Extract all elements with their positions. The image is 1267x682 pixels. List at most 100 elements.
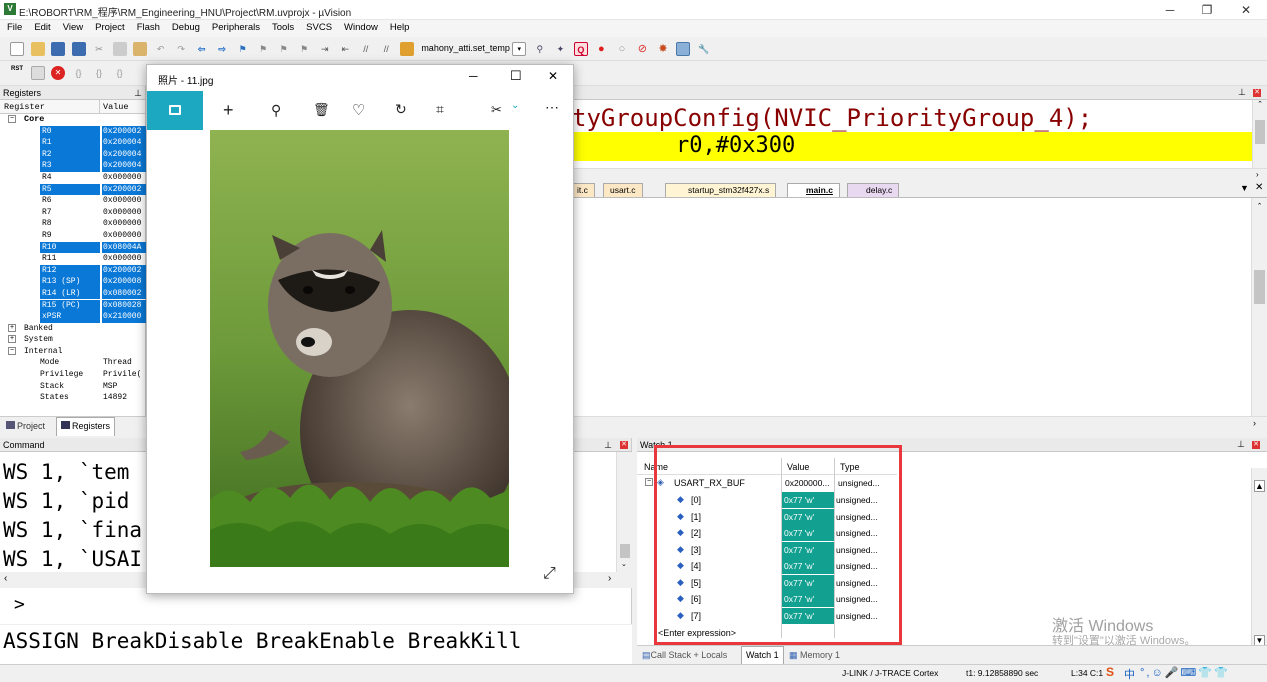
register-row[interactable]: R4 0x000000 [0,172,145,184]
register-value[interactable]: 0x200008 [102,276,146,288]
photos-minimize-button[interactable]: ─ [469,69,478,83]
tab-project[interactable]: Project [3,420,48,432]
window-layout-icon[interactable] [676,42,691,56]
tab-usart-c[interactable]: usart.c [603,183,643,197]
editor-hscroll[interactable]: › [573,416,1267,432]
menu-flash[interactable]: Flash [130,20,165,33]
save-all-icon[interactable] [71,42,86,56]
register-value[interactable]: 0x08004A [102,241,146,254]
photos-close-button[interactable]: ✕ [548,69,558,83]
tab-main-c[interactable]: main.c [787,183,840,197]
register-row[interactable]: R15 (PC) 0x080028 [0,299,146,312]
scroll-thumb[interactable] [1255,120,1265,144]
run-icon[interactable] [30,66,45,80]
disasm-scrollbar[interactable]: ⌃ [1252,100,1267,168]
close-icon[interactable]: ✕ [1252,441,1260,449]
register-value[interactable]: 0x000000 [102,218,146,230]
tab-watch-1[interactable]: Watch 1 [741,646,784,664]
register-value[interactable]: 0x080002 [102,287,146,300]
register-row[interactable]: R13 (SP) 0x200008 [0,276,146,288]
menu-view[interactable]: View [56,20,88,33]
register-row[interactable]: R6 0x000000 [0,195,145,207]
close-icon[interactable]: ✕ [620,441,628,449]
register-value[interactable]: 0x000000 [102,207,146,219]
register-row[interactable]: xPSR 0x210000 [0,311,146,323]
register-row[interactable]: R2 0x200004 [0,148,146,161]
chevron-down-icon[interactable]: ⌄ [511,100,519,111]
wizard-icon[interactable]: ✦ [553,42,567,56]
cut-icon[interactable]: ✂ [92,42,106,56]
undo-icon[interactable]: ↶ [154,42,168,56]
collapse-icon[interactable]: − [645,478,653,486]
scroll-down-icon[interactable]: ⌄ [621,560,627,568]
register-row[interactable]: R0 0x200002 [0,125,146,138]
menu-edit[interactable]: Edit [27,20,55,33]
core-group[interactable]: − Core [0,114,145,126]
register-value[interactable]: 0x210000 [102,311,146,323]
register-value[interactable]: 0x200004 [102,148,146,161]
bookmark-next-icon[interactable]: ⚑ [277,42,291,56]
tab-delay-c[interactable]: delay.c [847,183,900,197]
zoom-icon[interactable]: ⚲ [271,102,281,119]
more-icon[interactable]: ⋯ [545,99,559,116]
find-icon[interactable]: ⚲ [533,42,547,56]
menu-project[interactable]: Project [88,20,130,33]
menu-help[interactable]: Help [383,20,415,33]
step-out-icon[interactable]: {} [113,66,127,80]
collapse-icon[interactable]: − [8,346,16,355]
tab-startup-s[interactable]: startup_stm32f427x.s [665,183,777,197]
register-row[interactable]: R9 0x000000 [0,230,145,242]
close-editor-icon[interactable]: ✕ [1255,182,1263,193]
watch-vscroll[interactable]: ▲ ▼ [1251,468,1267,646]
collapse-icon[interactable]: − [8,115,16,123]
bookmark-icon[interactable]: ⚑ [236,42,250,56]
register-row[interactable]: R12 0x200002 [0,264,146,277]
register-value[interactable]: 0x200002 [102,264,146,277]
register-group[interactable]: − Internal [0,346,145,358]
command-vscroll[interactable]: ⌄ [616,452,632,572]
breakpoint-disable-icon[interactable]: ○ [615,42,629,56]
register-row[interactable]: R3 0x200004 [0,160,146,172]
column-value[interactable]: Value [103,102,129,112]
register-row[interactable]: R10 0x08004A [0,241,146,254]
ime-tools[interactable]: °,☺🎤⌨👕👕 [1140,666,1230,679]
breakpoint-kill-icon[interactable]: ⊘ [635,42,649,56]
reset-icon[interactable]: RST [10,66,24,80]
scroll-up-icon[interactable]: ⌃ [1253,100,1267,108]
sogou-icon[interactable]: S [1106,665,1114,679]
minimize-button[interactable]: ─ [1155,2,1185,18]
debug-session-icon[interactable]: Q [573,42,588,56]
new-file-icon[interactable] [10,42,24,56]
scroll-up-icon[interactable]: ▲ [1254,480,1265,492]
uncomment-icon[interactable]: // [379,42,393,56]
editor-scrollbar[interactable]: ⌃ [1251,198,1267,432]
register-row[interactable]: R7 0x000000 [0,207,145,219]
register-value[interactable]: 0x200002 [102,125,146,138]
breakpoint-icon[interactable]: ● [594,42,608,56]
bookmark-clear-icon[interactable]: ⚑ [297,42,311,56]
photos-home-button[interactable] [147,91,203,130]
register-row[interactable]: R5 0x200002 [0,183,146,196]
disasm-line-instruction[interactable]: r0,#0x300 [676,133,795,158]
scroll-thumb[interactable] [1254,270,1265,304]
favorite-icon[interactable]: ♡ [352,101,365,119]
rotate-icon[interactable]: ↻ [395,101,407,118]
register-group[interactable]: + System [0,334,145,346]
comment-icon[interactable]: // [359,42,373,56]
register-value[interactable]: 0x000000 [102,172,146,184]
internal-row[interactable]: Privilege Privile( [0,369,145,381]
register-value[interactable]: 0x200004 [102,160,146,172]
add-icon[interactable]: + [223,100,234,121]
register-value[interactable]: 0x080028 [102,299,146,311]
tab-call-stack[interactable]: ▤Call Stack + Locals [642,650,727,661]
find-in-files-icon[interactable] [399,42,414,56]
register-value[interactable]: 0x000000 [102,195,146,207]
fullscreen-icon[interactable]: ⤢ [543,565,556,583]
tab-registers[interactable]: Registers [56,417,116,436]
maximize-button[interactable]: ❐ [1192,2,1222,18]
scroll-thumb[interactable] [620,544,630,558]
stop-icon[interactable]: ✕ [51,66,66,80]
column-register[interactable]: Register [4,102,45,112]
breakpoint-all-icon[interactable]: ✸ [656,42,670,56]
menu-svcs[interactable]: SVCS [299,20,337,33]
